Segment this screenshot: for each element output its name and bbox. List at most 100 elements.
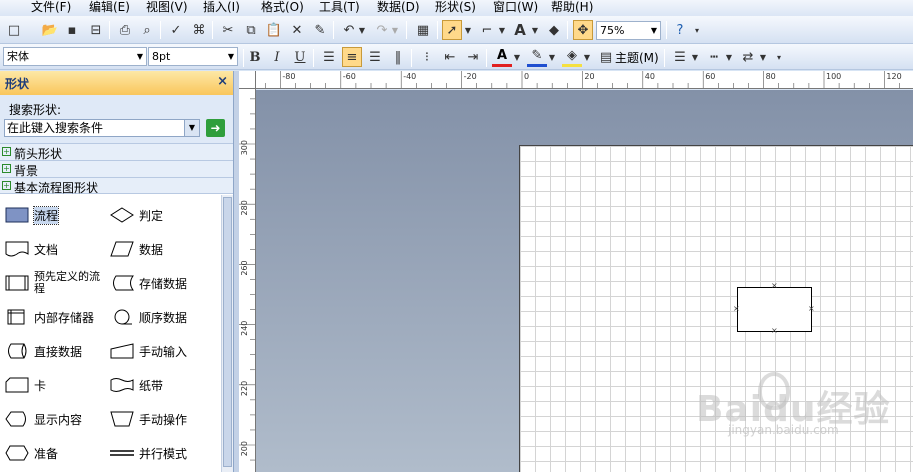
- menu-insert[interactable]: 插入(I): [203, 0, 240, 16]
- scrollbar-thumb[interactable]: [223, 197, 232, 467]
- line-color-dropdown-icon[interactable]: ▼: [547, 47, 557, 67]
- format-painter-icon[interactable]: ✎: [310, 20, 330, 40]
- shape-process[interactable]: 流程: [5, 198, 60, 232]
- fill-color-icon[interactable]: ◈: [562, 47, 582, 67]
- font-color-dropdown-icon[interactable]: ▼: [512, 47, 522, 67]
- connection-point-icon[interactable]: ×: [733, 305, 740, 313]
- line-weight-dropdown-icon[interactable]: ▼: [690, 47, 700, 67]
- chevron-down-icon[interactable]: ▼: [648, 22, 660, 39]
- theme-icon[interactable]: ▤: [596, 47, 616, 67]
- toolbar-options-icon[interactable]: ▾: [774, 47, 784, 67]
- menu-edit[interactable]: 编辑(E): [89, 0, 130, 16]
- shape-document[interactable]: 文档: [5, 232, 58, 266]
- italic-button[interactable]: I: [267, 47, 287, 67]
- stencil-basic-flowchart[interactable]: + 基本流程图形状: [0, 177, 233, 195]
- shape-manual-input[interactable]: 手动输入: [110, 334, 187, 368]
- increase-indent-icon[interactable]: ⇥: [463, 47, 483, 67]
- redo-dropdown-icon[interactable]: ▼: [390, 20, 400, 40]
- fill-shape-icon[interactable]: ◆: [544, 20, 564, 40]
- copy-icon[interactable]: ⧉: [241, 20, 261, 40]
- stencil-arrows[interactable]: + 箭头形状: [0, 143, 233, 161]
- connection-point-icon[interactable]: ×: [808, 305, 815, 313]
- shape-sequential-data[interactable]: 顺序数据: [110, 300, 187, 334]
- align-center-icon[interactable]: ≡: [342, 47, 362, 67]
- shape-display[interactable]: 显示内容: [5, 402, 82, 436]
- save-icon[interactable]: ▪: [62, 20, 82, 40]
- theme-button[interactable]: 主题(M): [615, 49, 659, 66]
- shape-decision[interactable]: 判定: [110, 198, 163, 232]
- pointer-dropdown-icon[interactable]: ▼: [463, 20, 473, 40]
- menu-tools[interactable]: 工具(T): [319, 0, 360, 16]
- line-pattern-icon[interactable]: ┅: [704, 47, 724, 67]
- chevron-down-icon[interactable]: ▼: [184, 120, 199, 136]
- line-color-icon[interactable]: ✎: [527, 47, 547, 67]
- line-ends-dropdown-icon[interactable]: ▼: [758, 47, 768, 67]
- menu-shape[interactable]: 形状(S): [435, 0, 476, 16]
- font-name-combo[interactable]: 宋体 ▼: [3, 47, 147, 66]
- new-icon[interactable]: □: [4, 20, 24, 40]
- close-icon[interactable]: ×: [217, 74, 228, 89]
- justify-icon[interactable]: ‖: [388, 47, 408, 67]
- text-tool-icon[interactable]: A: [510, 20, 530, 40]
- search-go-icon[interactable]: ➜: [206, 119, 225, 137]
- menu-help[interactable]: 帮助(H): [551, 0, 593, 16]
- delete-icon[interactable]: ✕: [287, 20, 307, 40]
- open-icon[interactable]: 📂: [40, 20, 60, 40]
- menu-file[interactable]: 文件(F): [31, 0, 71, 16]
- shapes-scrollbar[interactable]: [221, 195, 233, 472]
- align-left-icon[interactable]: ☰: [319, 47, 339, 67]
- text-dropdown-icon[interactable]: ▼: [530, 20, 540, 40]
- shape-paper-tape[interactable]: 纸带: [110, 368, 163, 402]
- connection-point-icon[interactable]: ×: [771, 327, 778, 335]
- font-size-combo[interactable]: 8pt ▼: [148, 47, 238, 66]
- shape-internal-storage[interactable]: 内部存储器: [5, 300, 94, 334]
- print-icon[interactable]: ⎙: [115, 20, 135, 40]
- shape-data[interactable]: 数据: [110, 232, 163, 266]
- ruler-label: 240: [240, 321, 249, 336]
- shape-direct-data[interactable]: 直接数据: [5, 334, 82, 368]
- line-pattern-dropdown-icon[interactable]: ▼: [724, 47, 734, 67]
- permission-icon[interactable]: ⊟: [86, 20, 106, 40]
- connection-point-icon[interactable]: ×: [771, 282, 778, 290]
- bold-button[interactable]: B: [245, 47, 265, 67]
- menu-format[interactable]: 格式(O): [261, 0, 304, 16]
- shape-preparation[interactable]: 准备: [5, 436, 58, 470]
- research-icon[interactable]: ⌘: [189, 20, 209, 40]
- chevron-down-icon[interactable]: ▼: [134, 48, 146, 65]
- spelling-icon[interactable]: ✓: [166, 20, 186, 40]
- connector-tool-icon[interactable]: ⌐: [477, 20, 497, 40]
- zoom-combo[interactable]: 75% ▼: [596, 21, 661, 40]
- print-preview-icon[interactable]: ⌕: [137, 20, 157, 40]
- pointer-tool-icon[interactable]: ➚: [442, 20, 462, 40]
- redo-icon[interactable]: ↷: [372, 20, 392, 40]
- underline-button[interactable]: U: [290, 47, 310, 67]
- cut-icon[interactable]: ✂: [218, 20, 238, 40]
- menu-view[interactable]: 视图(V): [146, 0, 188, 16]
- shape-manual-operation[interactable]: 手动操作: [110, 402, 187, 436]
- connector-dropdown-icon[interactable]: ▼: [497, 20, 507, 40]
- line-weight-icon[interactable]: ☰: [670, 47, 690, 67]
- line-ends-icon[interactable]: ⇄: [738, 47, 758, 67]
- formatting-toolbar: 宋体 ▼ 8pt ▼ B I U ☰ ≡ ☰ ‖ ⁝ ⇤ ⇥ A ▼ ✎ ▼ ◈…: [0, 44, 913, 70]
- fill-color-dropdown-icon[interactable]: ▼: [582, 47, 592, 67]
- align-right-icon[interactable]: ☰: [365, 47, 385, 67]
- toolbar-options-icon[interactable]: ▾: [692, 20, 702, 40]
- shape-parallel-mode[interactable]: 并行模式: [110, 436, 187, 470]
- shape-card[interactable]: 卡: [5, 368, 46, 402]
- chevron-down-icon[interactable]: ▼: [225, 48, 237, 65]
- undo-dropdown-icon[interactable]: ▼: [357, 20, 367, 40]
- shape-stored-data[interactable]: 存储数据: [110, 266, 187, 300]
- bullets-icon[interactable]: ⁝: [417, 47, 437, 67]
- shape-predefined-process[interactable]: 预先定义的流程: [5, 266, 106, 300]
- undo-icon[interactable]: ↶: [339, 20, 359, 40]
- help-icon[interactable]: ?: [670, 20, 690, 40]
- menu-window[interactable]: 窗口(W): [493, 0, 538, 16]
- font-color-icon[interactable]: A: [492, 47, 512, 67]
- menu-data[interactable]: 数据(D): [377, 0, 420, 16]
- search-input[interactable]: 在此键入搜索条件: [4, 119, 200, 137]
- paste-icon[interactable]: 📋: [264, 20, 284, 40]
- decrease-indent-icon[interactable]: ⇤: [440, 47, 460, 67]
- pan-zoom-icon[interactable]: ✥: [573, 20, 593, 40]
- shapes-icon[interactable]: ▦: [413, 20, 433, 40]
- stencil-backgrounds[interactable]: + 背景: [0, 160, 233, 178]
